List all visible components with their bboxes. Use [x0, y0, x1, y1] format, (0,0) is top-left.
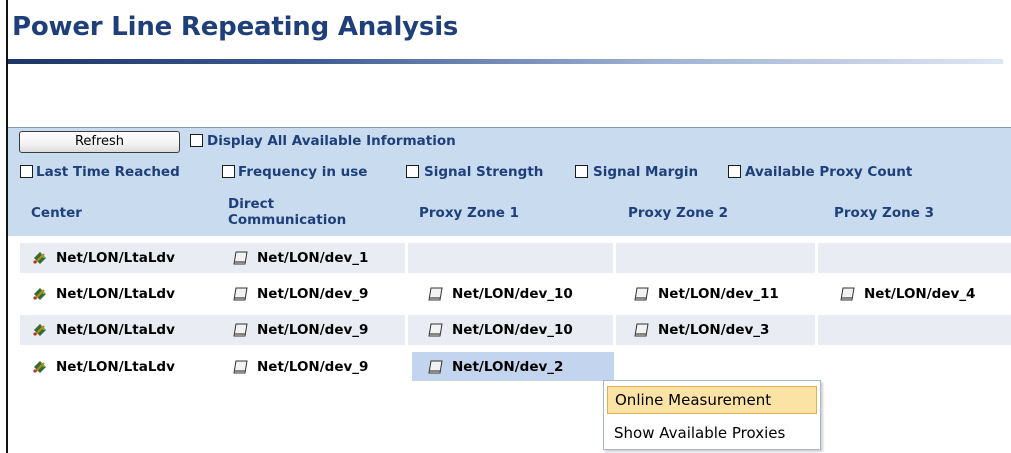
last-time-reached-checkbox[interactable]	[20, 165, 33, 178]
table-row-1-direct[interactable]: Net/LON/dev_1	[232, 243, 368, 273]
center-node-icon	[31, 286, 49, 302]
table-row-2-center[interactable]: Net/LON/LtaLdv	[31, 279, 175, 309]
device-icon	[427, 286, 445, 302]
table-row-2-proxy-2[interactable]: Net/LON/dev_11	[633, 279, 779, 309]
menu-item-online-measurement[interactable]: Online Measurement	[607, 386, 817, 414]
device-icon	[232, 250, 250, 266]
power-line-repeating-page: Power Line Repeating Analysis Refresh Di…	[0, 0, 1011, 453]
header-direct-line2: Communication	[228, 212, 347, 228]
menu-item-show-available-proxies[interactable]: Show Available Proxies	[607, 419, 817, 447]
frequency-in-use-label: Frequency in use	[238, 164, 368, 180]
header-proxy-zone-2: Proxy Zone 2	[628, 205, 728, 221]
cell-label: Net/LON/dev_3	[658, 322, 770, 338]
table-row-3-proxy-2[interactable]: Net/LON/dev_3	[633, 315, 769, 345]
cell-label: Net/LON/dev_2	[452, 359, 564, 375]
cell-label: Net/LON/dev_9	[257, 322, 369, 338]
row-1-bg-d	[818, 243, 1011, 273]
center-label: Net/LON/LtaLdv	[56, 250, 175, 266]
header-proxy-zone-3: Proxy Zone 3	[834, 205, 934, 221]
header-direct-line1: Direct	[228, 196, 275, 212]
signal-margin-label: Signal Margin	[593, 164, 699, 180]
signal-strength-checkbox[interactable]	[406, 165, 419, 178]
table-row-2-proxy-3[interactable]: Net/LON/dev_4	[839, 279, 975, 309]
center-label: Net/LON/LtaLdv	[56, 286, 175, 302]
frequency-in-use-checkbox[interactable]	[222, 165, 235, 178]
cell-label: Net/LON/dev_11	[658, 286, 779, 302]
cell-label: Net/LON/dev_1	[257, 250, 369, 266]
device-icon	[232, 359, 250, 375]
device-icon	[232, 322, 250, 338]
device-icon	[633, 286, 651, 302]
header-center: Center	[31, 205, 82, 221]
table-row-3-center[interactable]: Net/LON/LtaLdv	[31, 315, 175, 345]
table-row-2-proxy-1[interactable]: Net/LON/dev_10	[427, 279, 573, 309]
table-row-1-center[interactable]: Net/LON/LtaLdv	[31, 243, 175, 273]
available-proxy-count-label: Available Proxy Count	[745, 164, 913, 180]
center-node-icon	[31, 359, 49, 375]
center-label: Net/LON/LtaLdv	[56, 322, 175, 338]
row-3-bg-d	[818, 315, 1011, 345]
table-row-3-direct[interactable]: Net/LON/dev_9	[232, 315, 368, 345]
available-proxy-count-checkbox[interactable]	[728, 165, 741, 178]
title-underline	[8, 59, 1003, 64]
refresh-button[interactable]: Refresh	[19, 131, 180, 153]
cell-label: Net/LON/dev_9	[257, 286, 369, 302]
table-row-3-proxy-1[interactable]: Net/LON/dev_10	[427, 315, 573, 345]
signal-margin-checkbox[interactable]	[575, 165, 588, 178]
context-menu: Online Measurement Show Available Proxie…	[603, 380, 821, 450]
table-row-4-center[interactable]: Net/LON/LtaLdv	[31, 352, 175, 382]
signal-strength-label: Signal Strength	[424, 164, 544, 180]
device-icon	[839, 286, 857, 302]
device-icon	[232, 286, 250, 302]
device-icon	[427, 359, 445, 375]
display-all-checkbox[interactable]	[190, 134, 203, 147]
center-label: Net/LON/LtaLdv	[56, 359, 175, 375]
row-1-bg-b	[408, 243, 613, 273]
display-all-label: Display All Available Information	[207, 133, 456, 149]
center-node-icon	[31, 322, 49, 338]
device-icon	[427, 322, 445, 338]
table-row-2-direct[interactable]: Net/LON/dev_9	[232, 279, 368, 309]
table-row-4-direct[interactable]: Net/LON/dev_9	[232, 352, 368, 382]
table-row-4-proxy-1-selected[interactable]: Net/LON/dev_2	[427, 352, 563, 382]
center-node-icon	[31, 250, 49, 266]
row-1-bg-c	[616, 243, 815, 273]
cell-label: Net/LON/dev_9	[257, 359, 369, 375]
device-icon	[633, 322, 651, 338]
page-title: Power Line Repeating Analysis	[12, 12, 459, 42]
cell-label: Net/LON/dev_10	[452, 286, 573, 302]
last-time-reached-label: Last Time Reached	[36, 164, 180, 180]
cell-label: Net/LON/dev_4	[864, 286, 976, 302]
header-proxy-zone-1: Proxy Zone 1	[419, 205, 519, 221]
cell-label: Net/LON/dev_10	[452, 322, 573, 338]
